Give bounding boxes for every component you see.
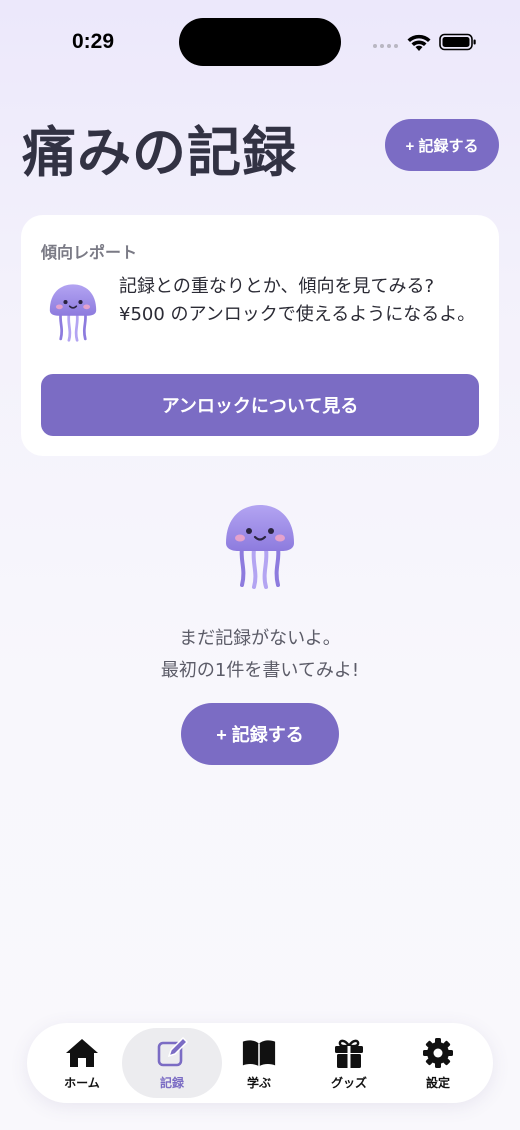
report-card-message: 記録との重なりとか、傾向を見てみる? ¥500 のアンロックで使えるようになるよ… (119, 276, 476, 325)
gear-icon (420, 1036, 456, 1070)
battery-icon (439, 33, 476, 51)
empty-add-record-button[interactable]: + 記録する (181, 703, 339, 765)
empty-state-hint: 最初の1件を書いてみよ! (160, 660, 360, 681)
tab-label: 記録 (159, 1075, 184, 1090)
status-bar: 0:29 (0, 0, 520, 86)
header-add-record-button[interactable]: + 記録する (385, 119, 499, 171)
tab-goods[interactable]: グッズ (299, 1028, 399, 1098)
book-icon (241, 1036, 277, 1070)
tab-record[interactable]: 記録 (122, 1028, 222, 1098)
trend-report-card: 傾向レポート 記録との重なりとか、傾向を見てみる? ¥500 のアンロックで使え… (21, 215, 499, 456)
tab-home[interactable]: ホーム (32, 1028, 132, 1098)
jellyfish-icon (226, 505, 294, 589)
home-icon (64, 1036, 100, 1070)
tab-label: グッズ (330, 1075, 367, 1090)
tab-bar: ホーム 記録 学ぶ グッズ 設定 (27, 1023, 493, 1103)
page-title: 痛みの記録 (22, 121, 297, 184)
tab-label: 学ぶ (246, 1075, 271, 1090)
unlock-info-button[interactable]: アンロックについて見る (41, 374, 479, 436)
tab-learn[interactable]: 学ぶ (209, 1028, 309, 1098)
tab-label: 設定 (425, 1075, 450, 1090)
dynamic-island (179, 18, 341, 66)
report-card-label: 傾向レポート (41, 243, 138, 262)
jellyfish-icon (49, 284, 97, 342)
empty-state-message: まだ記録がないよ。 (179, 628, 341, 649)
wifi-icon (407, 34, 431, 51)
tab-settings[interactable]: 設定 (388, 1028, 488, 1098)
tab-label: ホーム (64, 1075, 100, 1090)
gift-icon (331, 1036, 367, 1070)
status-time: 0:29 (72, 30, 115, 53)
cellular-signal-icon (373, 44, 398, 48)
edit-icon (154, 1036, 190, 1070)
